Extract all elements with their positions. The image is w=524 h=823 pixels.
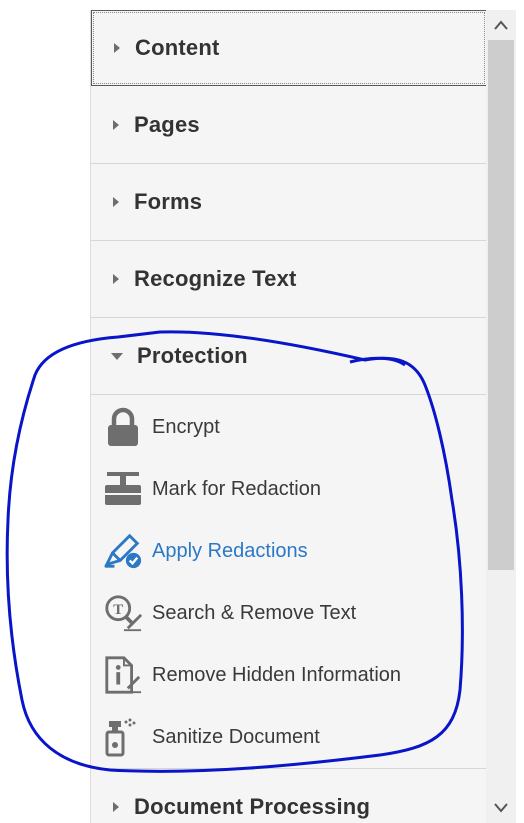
tool-label: Mark for Redaction xyxy=(152,477,321,500)
tool-label: Remove Hidden Information xyxy=(152,663,402,686)
tool-mark-for-redaction[interactable]: Mark for Redaction xyxy=(91,458,487,520)
search-remove-text-icon: T xyxy=(103,593,143,633)
section-title: Content xyxy=(135,35,220,60)
section-title: Forms xyxy=(134,189,203,214)
scroll-thumb[interactable] xyxy=(488,40,514,570)
hidden-info-document-icon xyxy=(103,655,143,695)
chevron-down-icon[interactable] xyxy=(486,793,516,823)
tools-panel: Content Pages Forms Recognize Text Prote… xyxy=(90,10,487,823)
tool-label: Encrypt xyxy=(152,415,220,438)
section-protection[interactable]: Protection xyxy=(91,318,487,395)
redaction-marker-icon xyxy=(103,469,143,509)
lock-icon xyxy=(103,407,143,447)
caret-right-icon xyxy=(113,120,119,130)
section-title: Pages xyxy=(134,112,200,137)
spray-bottle-icon xyxy=(103,717,143,757)
tool-sanitize-document[interactable]: Sanitize Document xyxy=(91,706,487,768)
tool-search-remove-text[interactable]: T Search & Remove Text xyxy=(91,582,487,644)
tool-label: Sanitize Document xyxy=(152,725,320,748)
caret-down-icon xyxy=(111,352,123,360)
chevron-up-icon[interactable] xyxy=(486,10,516,40)
section-forms[interactable]: Forms xyxy=(91,164,487,241)
section-title: Protection xyxy=(137,343,248,368)
vertical-scrollbar[interactable] xyxy=(486,10,516,823)
section-title: Document Processing xyxy=(134,793,371,819)
section-content[interactable]: Content xyxy=(91,10,487,86)
svg-text:T: T xyxy=(113,601,123,618)
redaction-pen-check-icon xyxy=(103,531,143,571)
caret-right-icon xyxy=(113,801,119,812)
tool-label: Search & Remove Text xyxy=(152,601,357,624)
tool-encrypt[interactable]: Encrypt xyxy=(91,396,487,458)
tool-apply-redactions[interactable]: Apply Redactions xyxy=(91,520,487,582)
tool-remove-hidden-information[interactable]: Remove Hidden Information xyxy=(91,644,487,706)
caret-right-icon xyxy=(113,197,119,207)
section-title: Recognize Text xyxy=(134,266,297,291)
tools-panel-window: Content Pages Forms Recognize Text Prote… xyxy=(0,0,524,823)
section-pages[interactable]: Pages xyxy=(91,87,487,164)
section-document-processing[interactable]: Document Processing xyxy=(91,768,487,823)
section-recognize-text[interactable]: Recognize Text xyxy=(91,241,487,318)
tool-label: Apply Redactions xyxy=(152,539,308,562)
caret-right-icon xyxy=(114,43,120,53)
caret-right-icon xyxy=(113,274,119,284)
